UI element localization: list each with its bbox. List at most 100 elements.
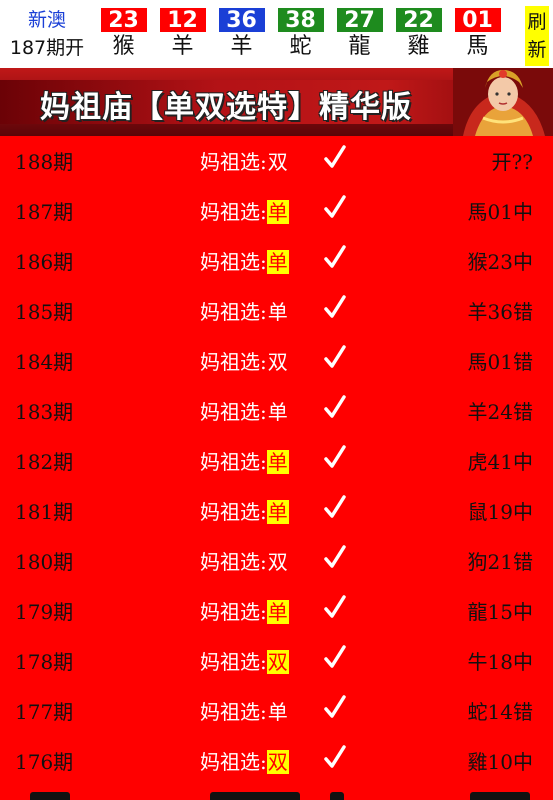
draw-issue: 187期开 bbox=[9, 37, 85, 59]
check-icon bbox=[324, 295, 346, 318]
prediction-row: 185期 妈祖选:单 羊36错 bbox=[0, 286, 553, 336]
result-text: 狗21错 bbox=[467, 550, 533, 574]
prediction-row: 186期 妈祖选:单 猴23中 bbox=[0, 236, 553, 286]
result-text: 牛18中 bbox=[467, 650, 533, 674]
pick-label: 妈祖选: bbox=[200, 400, 267, 424]
pick-label: 妈祖选: bbox=[200, 250, 267, 274]
ball-number: 22 bbox=[395, 8, 442, 33]
banner-title: 妈祖庙【单双选特】精华版 bbox=[40, 90, 412, 125]
issue-number: 187期 bbox=[15, 200, 74, 224]
pick-value: 单 bbox=[267, 400, 288, 424]
pick: 妈祖选:单 bbox=[200, 596, 289, 625]
ball-number: 36 bbox=[218, 8, 265, 33]
pick: 妈祖选:单 bbox=[200, 296, 289, 325]
pick: 妈祖选:单 bbox=[200, 446, 289, 475]
check-icon bbox=[324, 445, 346, 468]
ball-zodiac: 蛇 bbox=[289, 34, 312, 59]
result-text: 龍15中 bbox=[467, 600, 533, 624]
result-text: 蛇14错 bbox=[467, 700, 533, 724]
goddess-portrait-icon bbox=[453, 68, 553, 136]
pick-label: 妈祖选: bbox=[200, 450, 267, 474]
pick-value: 单 bbox=[266, 450, 289, 474]
pick: 妈祖选:单 bbox=[200, 196, 289, 225]
check-icon bbox=[324, 745, 346, 768]
result-balls: 23 猴 12 羊 36 羊 38 蛇 27 龍 22 雞 01 馬 bbox=[94, 0, 521, 68]
result-ball: 12 羊 bbox=[153, 0, 212, 68]
ball-zodiac: 羊 bbox=[171, 34, 194, 59]
result-ball: 01 馬 bbox=[448, 0, 507, 68]
result-text: 羊24错 bbox=[467, 400, 533, 424]
pick-value: 单 bbox=[266, 600, 289, 624]
check-icon bbox=[324, 345, 346, 368]
prediction-row: 182期 妈祖选:单 虎41中 bbox=[0, 436, 553, 486]
prediction-row: 184期 妈祖选:双 馬01错 bbox=[0, 336, 553, 386]
result-text: 雞10中 bbox=[467, 750, 533, 774]
pick: 妈祖选:双 bbox=[200, 746, 289, 775]
pick-label: 妈祖选: bbox=[200, 600, 267, 624]
prediction-row: 181期 妈祖选:单 鼠19中 bbox=[0, 486, 553, 536]
result-text: 馬01中 bbox=[467, 200, 533, 224]
result-ball: 23 猴 bbox=[94, 0, 153, 68]
pick: 妈祖选:双 bbox=[200, 146, 289, 175]
prediction-list: 188期 妈祖选:双 开?? 187期 妈祖选:单 馬01中 186期 妈祖选:单 猴23中 18… bbox=[0, 136, 553, 786]
pick-value: 单 bbox=[267, 700, 288, 724]
result-text: 猴23中 bbox=[467, 250, 533, 274]
check-icon bbox=[324, 495, 346, 518]
check-icon bbox=[324, 695, 346, 718]
refresh-label-2: 新 bbox=[527, 39, 547, 61]
lottery-info: 新澳 187期开 bbox=[0, 0, 94, 68]
issue-number: 179期 bbox=[15, 600, 74, 624]
prediction-row: 188期 妈祖选:双 开?? bbox=[0, 136, 553, 186]
ball-number: 38 bbox=[277, 8, 324, 33]
prediction-row: 178期 妈祖选:双 牛18中 bbox=[0, 636, 553, 686]
check-icon bbox=[324, 545, 346, 568]
pick-label: 妈祖选: bbox=[200, 350, 267, 374]
prediction-row: 187期 妈祖选:单 馬01中 bbox=[0, 186, 553, 236]
refresh-label-1: 刷 bbox=[527, 11, 547, 33]
issue-number: 188期 bbox=[15, 150, 74, 174]
pick-label: 妈祖选: bbox=[200, 700, 267, 724]
prediction-row: 180期 妈祖选:双 狗21错 bbox=[0, 536, 553, 586]
result-ball: 38 蛇 bbox=[271, 0, 330, 68]
ball-zodiac: 羊 bbox=[230, 34, 253, 59]
check-icon bbox=[324, 395, 346, 418]
result-text: 鼠19中 bbox=[467, 500, 533, 524]
pick: 妈祖选:单 bbox=[200, 696, 289, 725]
check-icon bbox=[324, 595, 346, 618]
issue-number: 184期 bbox=[15, 350, 74, 374]
check-icon bbox=[324, 645, 346, 668]
pick-label: 妈祖选: bbox=[200, 200, 267, 224]
result-text: 馬01错 bbox=[467, 350, 533, 374]
check-icon bbox=[324, 145, 346, 168]
pick: 妈祖选:双 bbox=[200, 546, 289, 575]
ball-zodiac: 雞 bbox=[407, 34, 430, 59]
pick: 妈祖选:单 bbox=[200, 396, 289, 425]
issue-number: 183期 bbox=[15, 400, 74, 424]
pick-value: 单 bbox=[266, 250, 289, 274]
issue-number: 185期 bbox=[15, 300, 74, 324]
ball-zodiac: 猴 bbox=[112, 34, 135, 59]
issue-number: 177期 bbox=[15, 700, 74, 724]
ball-number: 12 bbox=[159, 8, 206, 33]
result-text: 开?? bbox=[491, 150, 533, 174]
issue-number: 180期 bbox=[15, 550, 74, 574]
pick-value: 单 bbox=[266, 200, 289, 224]
issue-number: 186期 bbox=[15, 250, 74, 274]
prediction-row: 177期 妈祖选:单 蛇14错 bbox=[0, 686, 553, 736]
issue-number: 181期 bbox=[15, 500, 74, 524]
check-icon bbox=[324, 195, 346, 218]
ball-zodiac: 馬 bbox=[466, 34, 489, 59]
refresh-button[interactable]: 刷 新 bbox=[525, 6, 549, 66]
pick: 妈祖选:双 bbox=[200, 646, 289, 675]
pick-label: 妈祖选: bbox=[200, 500, 267, 524]
pick-value: 双 bbox=[267, 550, 288, 574]
ball-number: 27 bbox=[336, 8, 383, 33]
lottery-name: 新澳 bbox=[27, 9, 66, 31]
issue-number: 176期 bbox=[15, 750, 74, 774]
issue-number: 182期 bbox=[15, 450, 74, 474]
result-ball: 27 龍 bbox=[330, 0, 389, 68]
result-ball: 36 羊 bbox=[212, 0, 271, 68]
pick-value: 双 bbox=[267, 350, 288, 374]
pick-label: 妈祖选: bbox=[200, 750, 267, 774]
check-icon bbox=[324, 245, 346, 268]
